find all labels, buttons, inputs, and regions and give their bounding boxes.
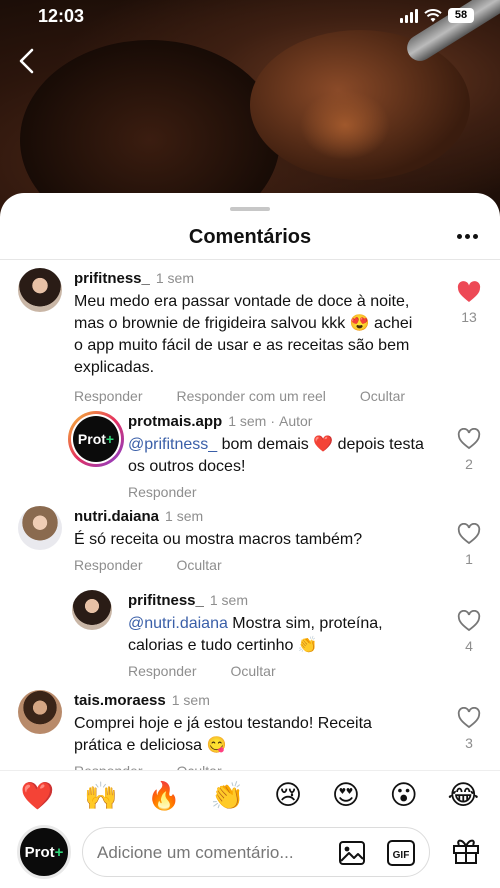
comment-time: 1 sem: [209, 592, 248, 608]
status-bar: 12:03 58: [0, 0, 500, 34]
heart-outline-icon: [457, 707, 481, 729]
hide-button[interactable]: Ocultar: [231, 663, 276, 679]
comment-item: prifitness_ 1 sem Meu medo era passar von…: [18, 268, 424, 404]
heart-filled-icon: [457, 281, 481, 302]
like-count: 3: [465, 735, 473, 751]
avatar[interactable]: [72, 590, 112, 630]
comment-input[interactable]: [97, 840, 327, 866]
comment-item: nutri.daiana 1 sem É só receita ou mostra…: [18, 506, 424, 573]
like-count: 1: [465, 551, 473, 567]
avatar[interactable]: [18, 690, 62, 734]
reaction-fire[interactable]: 🔥: [147, 780, 181, 812]
comment-reply-item: Prot + protmais.app 1 sem · Autor @prifitnes…: [68, 411, 428, 500]
header-divider: [0, 259, 500, 260]
hide-button[interactable]: Ocultar: [360, 388, 405, 404]
comments-sheet: Comentários prifitness_ 1 sem Meu medo er…: [0, 193, 500, 888]
image-icon[interactable]: [337, 838, 367, 868]
comment-item: tais.moraess 1 sem Comprei hoje e já esto…: [18, 690, 394, 779]
avatar[interactable]: Prot +: [68, 411, 124, 467]
author-badge: Autor: [278, 413, 313, 429]
svg-text:GIF: GIF: [393, 850, 410, 861]
like-count: 2: [465, 456, 473, 472]
battery-icon: 58: [448, 8, 474, 23]
comment-text: Comprei hoje e já estou testando! Receit…: [74, 715, 372, 754]
like-button[interactable]: 4: [454, 610, 484, 654]
comment-username[interactable]: nutri.daiana: [74, 508, 159, 525]
gift-icon[interactable]: [450, 834, 482, 866]
reply-button[interactable]: Responder: [128, 484, 197, 500]
sheet-header: Comentários: [0, 213, 500, 261]
heart-outline-icon: [457, 523, 481, 545]
heart-outline-icon: [457, 428, 481, 450]
like-button[interactable]: 13: [454, 281, 484, 325]
like-button[interactable]: 2: [454, 428, 484, 472]
like-button[interactable]: 3: [454, 707, 484, 751]
comment-username[interactable]: protmais.app: [128, 413, 222, 430]
reaction-surprised[interactable]: 😮: [390, 780, 418, 811]
comment-text: Meu medo era passar vontade de doce à no…: [74, 293, 413, 376]
reaction-heart[interactable]: ❤️: [21, 780, 55, 812]
comment-composer: Prot+ GIF: [0, 820, 500, 888]
gif-icon[interactable]: GIF: [386, 838, 416, 868]
reply-button[interactable]: Responder: [74, 388, 143, 404]
more-options-icon[interactable]: [456, 227, 478, 245]
comment-username[interactable]: prifitness_: [74, 270, 150, 287]
avatar[interactable]: [18, 506, 62, 550]
current-user-avatar: Prot +: [17, 825, 71, 879]
comment-text: É só receita ou mostra macros também?: [74, 531, 363, 548]
comment-time: 1 sem: [155, 270, 194, 286]
reaction-heart-eyes[interactable]: 😍: [332, 780, 360, 811]
comment-username[interactable]: tais.moraess: [74, 692, 166, 709]
reply-with-reel-button[interactable]: Responder com um reel: [177, 388, 326, 404]
wifi-icon: [424, 8, 442, 22]
comment-reply-item: prifitness_ 1 sem @nutri.daiana Mostra si…: [72, 590, 428, 679]
like-count: 13: [461, 309, 477, 325]
reaction-raised-hands[interactable]: 🙌: [84, 780, 118, 812]
status-time: 12:03: [38, 6, 85, 26]
avatar[interactable]: [18, 268, 62, 312]
mention-link[interactable]: @prifitness_: [128, 436, 217, 453]
comment-time: 1 sem: [171, 692, 210, 708]
comment-time: 1 sem: [165, 508, 204, 524]
sheet-title: Comentários: [188, 225, 312, 248]
back-chevron-icon[interactable]: [14, 46, 40, 76]
reaction-crying[interactable]: 😢: [274, 780, 302, 811]
reaction-clap[interactable]: 👏: [211, 780, 245, 812]
reply-button[interactable]: Responder: [74, 557, 143, 573]
hide-button[interactable]: Ocultar: [177, 557, 222, 573]
reply-button[interactable]: Responder: [128, 663, 197, 679]
reaction-laughing[interactable]: 😂: [448, 780, 480, 811]
comment-input-container: GIF: [82, 827, 430, 877]
cell-signal-icon: [400, 8, 418, 23]
comment-time: 1 sem: [228, 413, 267, 429]
like-button[interactable]: 1: [454, 523, 484, 567]
mention-link[interactable]: @nutri.daiana: [128, 615, 228, 632]
like-count: 4: [465, 638, 473, 654]
comment-username[interactable]: prifitness_: [128, 592, 204, 609]
heart-outline-icon: [457, 610, 481, 632]
quick-reactions-bar: ❤️ 🙌 🔥 👏 😢 😍 😮 😂: [0, 770, 500, 820]
drag-handle[interactable]: [230, 207, 270, 211]
